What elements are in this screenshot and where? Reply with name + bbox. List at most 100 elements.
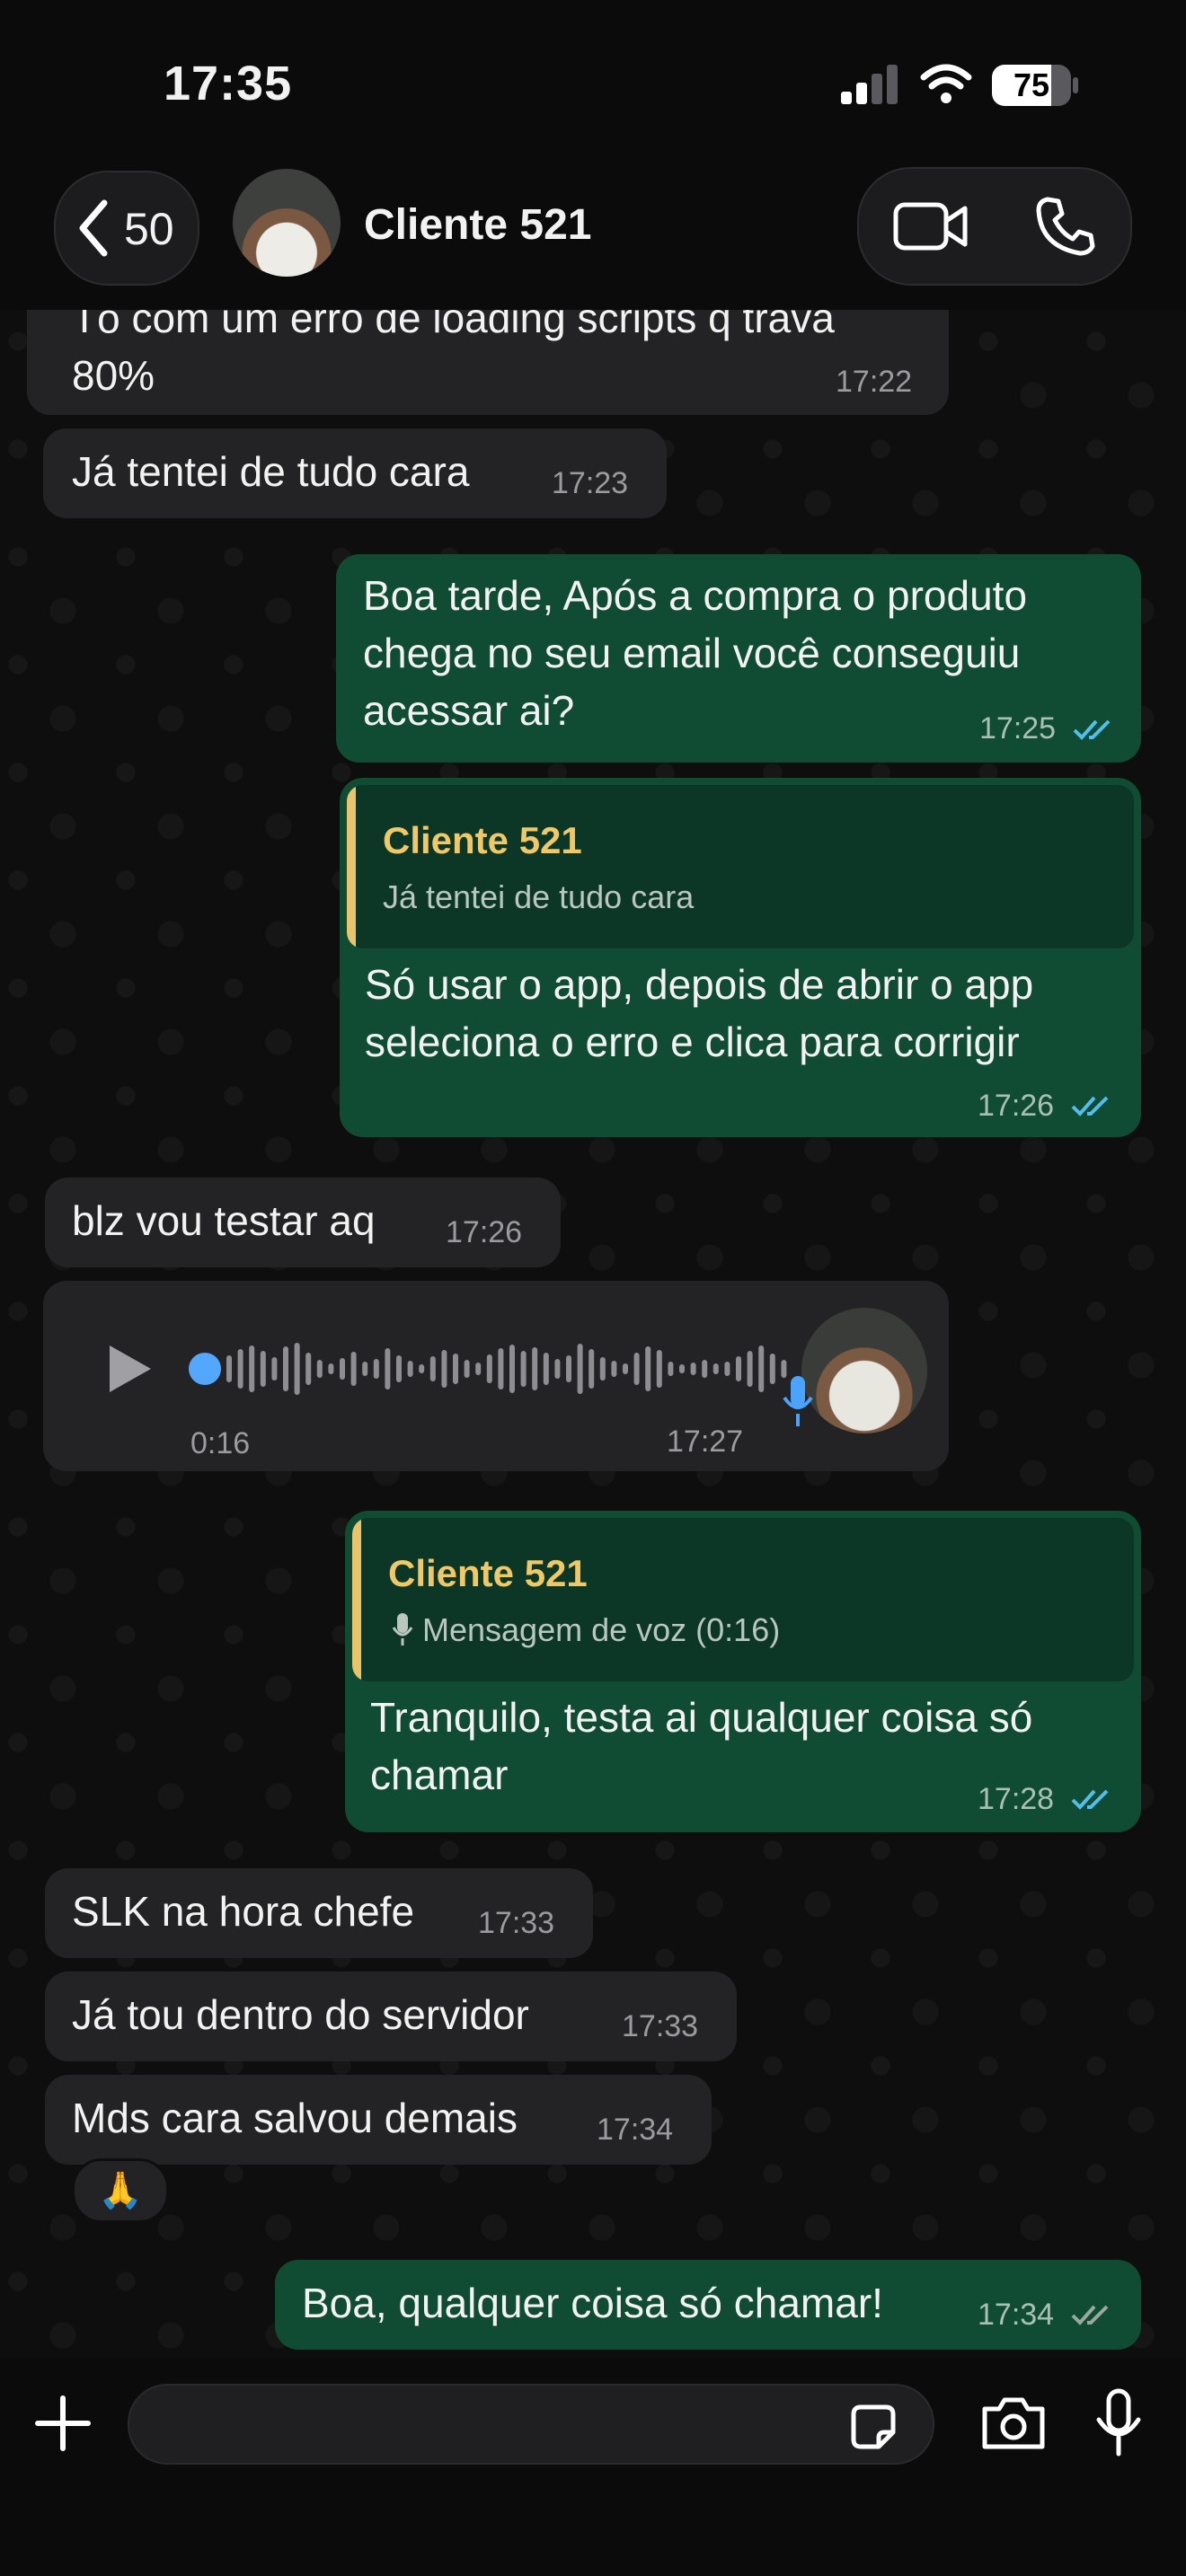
message-bubble-outgoing[interactable]: Boa, qualquer coisa só chamar! 17:34 [275,2260,1141,2350]
chat-header: 17:35 75 50 Cliente 521 [0,0,1186,310]
waveform-bar [679,1364,685,1373]
message-bubble-outgoing[interactable]: Boa tarde, Após a compra o produto chega… [336,554,1141,763]
message-time: 17:25 [979,711,1057,745]
message-bubble-incoming[interactable]: Já tou dentro do servidor 17:33 [45,1972,737,2061]
waveform-bar [271,1357,278,1381]
waveform-bar [690,1363,696,1375]
battery-cap [1073,77,1078,93]
message-text: Tranquilo, testa ai qualquer coisa só ch… [370,1694,1033,1798]
camera-icon[interactable] [979,2395,1048,2452]
message-bubble-outgoing[interactable]: Cliente 521 Já tentei de tudo cara Só us… [340,778,1141,1137]
status-time: 17:35 [164,57,293,110]
message-bubble-incoming[interactable]: Mds cara salvou demais 17:34 [45,2075,712,2165]
waveform-bar [407,1361,413,1377]
waveform-bar [520,1351,527,1387]
waveform-bar [249,1345,255,1392]
waveform-bar [712,1363,719,1374]
message-text: Boa tarde, Após a compra o produto chega… [363,572,1028,734]
message-time: 17:28 [978,1782,1055,1816]
message-time: 17:34 [597,2113,674,2147]
waveform-bar [599,1357,606,1381]
waveform-bar [566,1355,571,1382]
message-time: 17:33 [622,2009,699,2043]
signal-icon [841,65,898,104]
wifi-icon [920,64,972,103]
microphone-icon [783,1376,813,1426]
sticker-icon[interactable] [848,2402,898,2452]
message-input[interactable] [128,2384,934,2465]
waveform-bar [611,1361,617,1377]
waveform-bar [747,1351,753,1387]
waveform-bar [453,1354,458,1384]
reaction-badge[interactable]: 🙏 [72,2158,169,2223]
message-text: Já tou dentro do servidor [72,1991,529,2038]
contact-avatar[interactable] [233,169,341,277]
message-text: Mds cara salvou demais [72,2095,518,2141]
read-receipt-icon [1071,1789,1109,1810]
message-text: blz vou testar aq [72,1197,376,1244]
message-text: Já tentei de tudo cara [72,448,470,495]
waveform-bar [589,1349,595,1389]
message-text: SLK na hora chefe [72,1888,415,1935]
microphone-icon[interactable] [1094,2387,1143,2459]
message-bubble-outgoing[interactable]: Cliente 521 Mensagem de voz (0:16) Tranq… [345,1511,1141,1832]
message-bubble-incoming[interactable]: Já tentei de tudo cara 17:23 [43,428,667,518]
microphone-icon [392,1613,413,1645]
play-icon[interactable] [104,1342,155,1396]
waveform-bar [724,1362,730,1376]
waveform-bar [532,1347,538,1390]
reaction-emoji: 🙏 [98,2171,143,2210]
battery-icon: 75 [992,65,1071,106]
video-call-icon[interactable] [893,199,969,253]
waveform-bar [736,1356,741,1381]
waveform-bar [498,1348,504,1389]
waveform-bar [396,1355,402,1382]
message-bubble-incoming[interactable]: SLK na hora chefe 17:33 [45,1868,593,1958]
quote-bar [347,785,356,948]
waveform-bar [350,1352,357,1386]
waveform-bar [554,1359,561,1379]
waveform-bar [316,1360,323,1378]
reply-quote[interactable]: Cliente 521 Já tentei de tudo cara [347,785,1134,948]
waveform-bar [340,1358,345,1380]
message-time: 17:23 [552,466,629,500]
battery-level: 75 [1013,66,1050,103]
reply-quote[interactable]: Cliente 521 Mensagem de voz (0:16) [352,1518,1134,1681]
waveform-bar [226,1355,232,1382]
waveform-bar [385,1348,391,1389]
waveform-bar [429,1356,436,1381]
plus-icon[interactable] [34,2395,92,2452]
message-time: 17:26 [978,1089,1055,1123]
waveform-bar [441,1350,447,1388]
delivered-receipt-icon [1071,2305,1109,2325]
waveform-bar [419,1364,425,1373]
waveform-bar [758,1345,765,1392]
waveform-bar [305,1353,312,1385]
waveform-bar [260,1351,266,1387]
waveform-bar [509,1345,515,1393]
contact-name[interactable]: Cliente 521 [364,200,591,250]
waveform-bar [464,1360,470,1378]
message-text: Boa, qualquer coisa só chamar! [302,2280,883,2326]
phone-icon[interactable] [1035,196,1096,257]
read-receipt-icon [1071,1096,1109,1116]
message-time: 17:22 [836,365,913,399]
quote-author: Cliente 521 [383,819,582,861]
waveform-bar [645,1346,651,1391]
waveform-bar [769,1354,775,1384]
message-text: Só usar o app, depois de abrir o app sel… [365,961,1034,1065]
audio-waveform[interactable] [187,1333,798,1405]
voice-message-bubble[interactable]: 0:16 17:27 [43,1281,949,1471]
waveform-bar [237,1349,243,1389]
quote-author: Cliente 521 [388,1552,588,1594]
unread-count: 50 [124,204,174,254]
message-bubble-incoming[interactable]: blz vou testar aq 17:26 [45,1178,561,1267]
voice-sender-avatar [801,1308,927,1434]
waveform-bar [623,1363,628,1374]
back-button[interactable]: 50 [54,171,199,286]
call-actions [857,167,1132,286]
read-receipt-icon [1073,719,1111,740]
voice-duration: 0:16 [190,1426,251,1460]
waveform-bar [283,1346,288,1391]
composer-bar [0,2359,1186,2576]
